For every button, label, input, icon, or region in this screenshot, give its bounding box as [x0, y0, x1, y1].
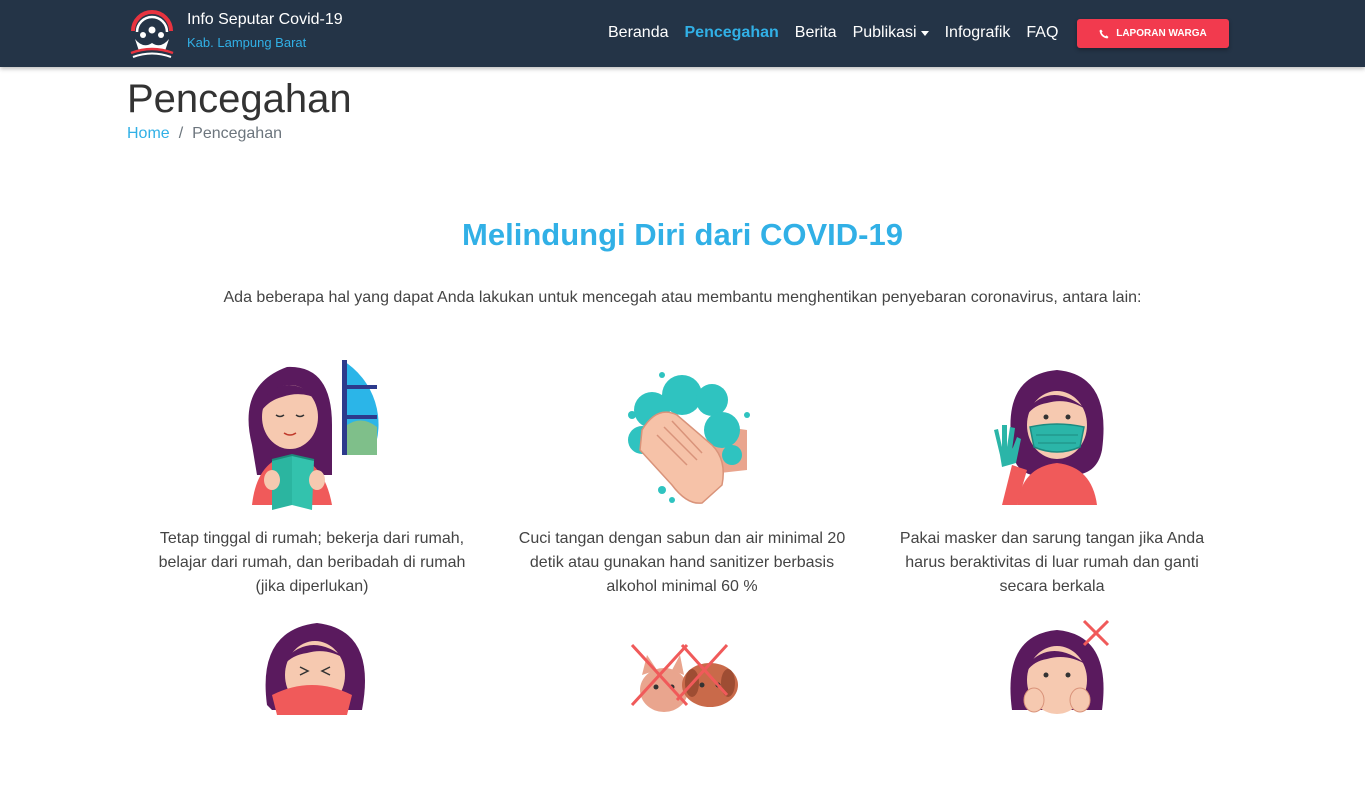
- prevention-card-pets: [512, 615, 852, 787]
- breadcrumb: Home / Pencegahan: [127, 124, 282, 144]
- section-title: Melindungi Diri dari COVID-19: [462, 217, 903, 252]
- brand-subtitle: Kab. Lampung Barat: [187, 35, 307, 50]
- nav-faq[interactable]: FAQ: [1026, 23, 1058, 43]
- breadcrumb-separator: /: [178, 125, 184, 142]
- nav-publikasi[interactable]: Publikasi: [853, 23, 929, 43]
- nav-publikasi-label: Publikasi: [852, 24, 917, 41]
- card-caption: Pakai masker dan sarung tangan jika Anda…: [899, 530, 1205, 595]
- breadcrumb-home-link[interactable]: Home: [127, 125, 170, 142]
- prevention-card-stay-home: Tetap tinggal di rumah; bekerja dari rum…: [142, 355, 482, 599]
- prevention-card-mask-gloves: Pakai masker dan sarung tangan jika Anda…: [882, 355, 1222, 599]
- laporan-warga-label: LAPORAN WARGA: [1116, 28, 1207, 39]
- card-caption: Tetap tinggal di rumah; bekerja dari rum…: [158, 530, 466, 595]
- section-intro: Ada beberapa hal yang dapat Anda lakukan…: [223, 289, 1142, 306]
- no-pets-contact-icon: [630, 643, 738, 712]
- nav-beranda[interactable]: Beranda: [608, 23, 669, 43]
- breadcrumb-current: Pencegahan: [192, 125, 282, 142]
- page-title: Pencegahan: [127, 77, 352, 121]
- brand[interactable]: Info Seputar Covid-19 Kab. Lampung Barat: [127, 5, 343, 61]
- prevention-card-face: [882, 615, 1222, 787]
- people-circle-logo-icon: [130, 10, 174, 58]
- hand-washing-icon: [607, 360, 757, 510]
- brand-title: Info Seputar Covid-19: [187, 11, 343, 28]
- phone-icon: [1099, 29, 1109, 38]
- caret-down-icon: [920, 30, 929, 36]
- dont-touch-face-icon: [1010, 619, 1110, 714]
- mask-and-gloves-icon: [994, 370, 1104, 505]
- laporan-warga-button[interactable]: LAPORAN WARGA: [1077, 19, 1229, 48]
- top-navbar: Info Seputar Covid-19 Kab. Lampung Barat…: [0, 0, 1365, 67]
- nav-berita[interactable]: Berita: [795, 23, 837, 43]
- card-caption: Cuci tangan dengan sabun dan air minimal…: [518, 530, 846, 595]
- prevention-card-wash-hands: Cuci tangan dengan sabun dan air minimal…: [512, 355, 852, 599]
- sneeze-cover-icon: [265, 623, 365, 715]
- nav-pencegahan[interactable]: Pencegahan: [685, 23, 779, 43]
- nav-infografik[interactable]: Infografik: [945, 23, 1011, 43]
- stay-home-reading-icon: [248, 360, 379, 510]
- prevention-card-sneeze: [142, 615, 482, 787]
- main-nav: Beranda Pencegahan Berita Publikasi Info…: [608, 23, 1074, 43]
